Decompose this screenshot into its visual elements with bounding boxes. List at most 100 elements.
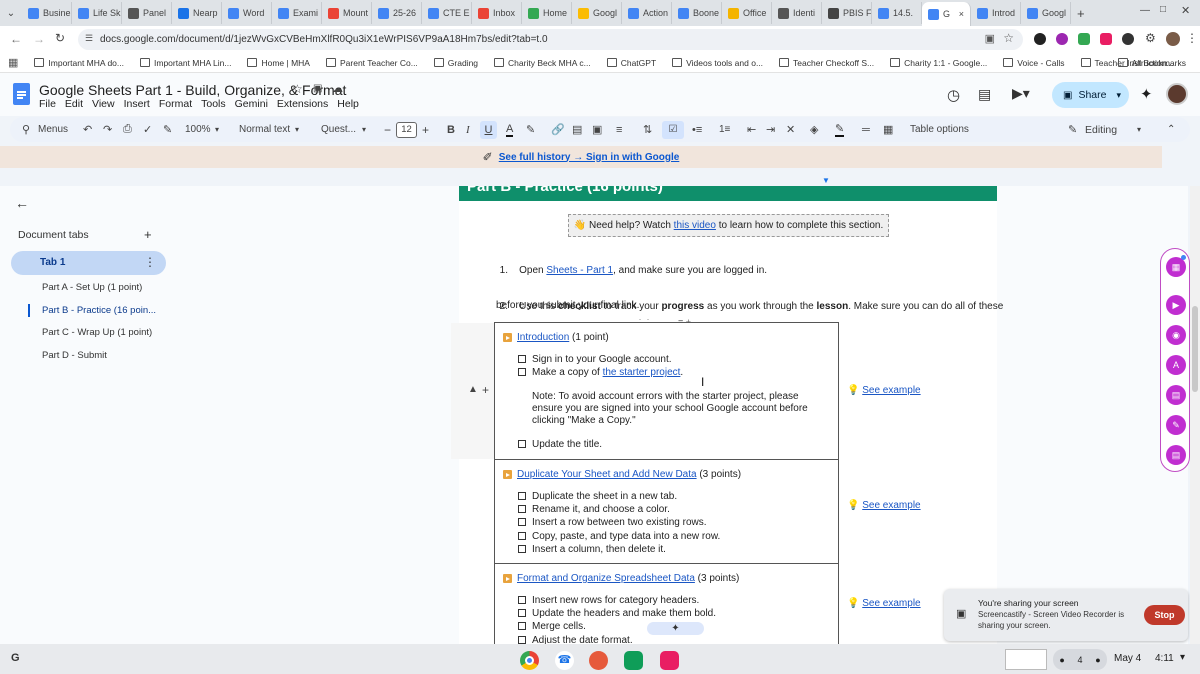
see-example-link[interactable]: See example xyxy=(862,500,920,511)
bookmark[interactable]: Videos tools and o... xyxy=(664,58,771,68)
checkbox[interactable] xyxy=(518,531,526,540)
checkbox[interactable] xyxy=(518,505,526,514)
sign-in-history-link[interactable]: See full history → Sign in with Google xyxy=(499,152,680,163)
checklist-item[interactable]: Duplicate the sheet in a new tab. xyxy=(518,491,677,502)
meet-icon[interactable]: ▶▾ xyxy=(1012,85,1030,102)
bookmark[interactable]: Charity Beck MHA c... xyxy=(486,58,599,68)
minimize-icon[interactable]: — xyxy=(1140,5,1150,16)
browser-tab[interactable]: Word xyxy=(222,2,272,24)
browser-tab[interactable]: Identi xyxy=(772,2,822,24)
browser-tab[interactable]: Boone xyxy=(672,2,722,24)
italic-icon[interactable]: I xyxy=(466,124,470,136)
text-color-icon[interactable]: A xyxy=(506,123,514,137)
checklist-item[interactable]: Copy, paste, and type data into a new ro… xyxy=(518,531,720,542)
browser-tab[interactable]: PBIS F xyxy=(822,2,872,24)
classroom-icon[interactable] xyxy=(624,651,643,670)
add-tab-icon[interactable]: + xyxy=(144,227,152,242)
browser-tab[interactable]: Googl xyxy=(572,2,622,24)
checkbox[interactable] xyxy=(518,596,526,604)
chat-icon[interactable]: ▤ xyxy=(1166,445,1186,465)
border-color-icon[interactable]: ✎ xyxy=(835,123,845,137)
see-example-link[interactable]: See example xyxy=(862,598,920,609)
style-dropdown-icon[interactable]: ▾ xyxy=(295,125,299,134)
menus-search-label[interactable]: Menus xyxy=(38,124,68,135)
comments-icon[interactable]: ▤ xyxy=(978,86,991,103)
version-history-icon[interactable]: ◷ xyxy=(947,86,960,104)
outline-item[interactable]: Part B - Practice (16 poin... xyxy=(42,305,156,316)
site-info-icon[interactable]: ☰ xyxy=(85,33,93,44)
move-folder-icon[interactable]: ▣ xyxy=(313,83,322,94)
tab-search-icon[interactable]: ⌄ xyxy=(0,8,22,19)
close-tab-icon[interactable]: × xyxy=(959,9,964,19)
bookmark[interactable]: ChatGPT xyxy=(599,58,664,68)
pen-icon[interactable]: ✎ xyxy=(1166,415,1186,435)
font-dropdown-icon[interactable]: ▾ xyxy=(362,125,366,134)
extension-icon-5[interactable] xyxy=(1122,33,1134,45)
browser-tab[interactable]: G × xyxy=(922,2,971,26)
maximize-icon[interactable]: □ xyxy=(1160,4,1166,15)
focus-icon[interactable]: ◉ xyxy=(1166,325,1186,345)
share-dropdown-icon[interactable]: ▾ xyxy=(1116,90,1121,101)
extensions-puzzle-icon[interactable]: ⚙ xyxy=(1145,31,1156,45)
editing-mode-select[interactable]: Editing xyxy=(1085,124,1117,136)
collapse-arrow-icon[interactable]: ▼ xyxy=(822,176,830,185)
stop-sharing-button[interactable]: Stop xyxy=(1144,605,1185,625)
sheets-part1-link[interactable]: Sheets - Part 1 xyxy=(546,265,613,276)
tab-more-icon[interactable]: ⋮ xyxy=(144,255,156,269)
phone-icon[interactable]: ☎ xyxy=(555,651,574,670)
outline-item[interactable]: Part C - Wrap Up (1 point) xyxy=(42,327,152,338)
docs-logo-icon[interactable] xyxy=(13,83,30,105)
share-button[interactable]: ▣ Share ▾ xyxy=(1052,82,1129,108)
back-arrow-icon[interactable]: ← xyxy=(15,195,29,211)
redo-icon[interactable]: ↷ xyxy=(103,121,112,139)
browser-tab[interactable]: Office xyxy=(722,2,772,24)
tab-1[interactable]: Tab 1 ⋮ xyxy=(11,251,166,275)
align-icon[interactable]: ≡ xyxy=(616,124,622,136)
outline-item[interactable]: Part D - Submit xyxy=(42,350,107,361)
translate-icon[interactable]: A xyxy=(1166,355,1186,375)
search-menus-icon[interactable]: ⚲ xyxy=(22,123,30,136)
font-size-input[interactable]: 12 xyxy=(396,121,417,138)
screencastify-icon[interactable] xyxy=(589,651,608,670)
browser-tab[interactable]: Busine xyxy=(22,2,72,24)
checklist-item[interactable]: Insert a row between two existing rows. xyxy=(518,517,707,528)
style-select[interactable]: Normal text xyxy=(239,124,290,135)
back-icon[interactable]: ← xyxy=(10,32,22,46)
extension-icon-4[interactable] xyxy=(1100,33,1112,45)
highlight-icon[interactable]: ✎ xyxy=(526,123,535,136)
underline-icon[interactable]: U xyxy=(480,120,497,139)
checkbox[interactable] xyxy=(518,368,526,376)
browser-tab[interactable]: Inbox xyxy=(472,2,522,24)
menu-insert[interactable]: Insert xyxy=(124,98,150,110)
increase-font-icon[interactable]: + xyxy=(422,123,429,137)
checkbox[interactable] xyxy=(518,635,526,644)
app-icon[interactable] xyxy=(660,651,679,670)
screenshot-thumb[interactable] xyxy=(1005,649,1047,670)
camera-icon[interactable]: ▦ xyxy=(1166,257,1186,277)
clock[interactable]: 4:11 xyxy=(1155,653,1174,664)
browser-tab[interactable]: CTE E xyxy=(422,2,472,24)
pin-icon[interactable]: ▲ xyxy=(468,384,478,395)
browser-tab[interactable]: Mount xyxy=(322,2,372,24)
menu-gemini[interactable]: Gemini xyxy=(235,98,268,110)
help-video-link[interactable]: this video xyxy=(674,220,716,231)
bookmark[interactable]: Charity 1:1 - Google... xyxy=(882,58,995,68)
table-options-button[interactable]: Table options xyxy=(910,124,969,135)
checklist-item[interactable]: Insert a column, then delete it. xyxy=(518,544,666,555)
cloud-status-icon[interactable]: ☁ xyxy=(332,82,343,95)
menu-view[interactable]: View xyxy=(92,98,115,110)
bookmark[interactable]: Grading xyxy=(426,58,486,68)
numbered-list-icon[interactable]: 1≡ xyxy=(719,124,730,135)
zoom-dropdown-icon[interactable]: ▾ xyxy=(215,125,219,134)
spellcheck-icon[interactable]: ✓ xyxy=(143,121,152,139)
bookmark[interactable]: Teacher Checkoff S... xyxy=(771,58,882,68)
paint-format-icon[interactable]: ✎ xyxy=(163,121,172,139)
browser-tab[interactable]: Home xyxy=(522,2,572,24)
undo-icon[interactable]: ↶ xyxy=(83,121,92,139)
starter-project-link[interactable]: the starter project xyxy=(603,367,681,378)
checkbox[interactable] xyxy=(518,544,526,553)
menu-extensions[interactable]: Extensions xyxy=(277,98,328,110)
reload-icon[interactable]: ↻ xyxy=(55,31,65,45)
browser-tab[interactable]: Action xyxy=(622,2,672,24)
editing-pencil-icon[interactable]: ✎ xyxy=(1068,123,1077,136)
